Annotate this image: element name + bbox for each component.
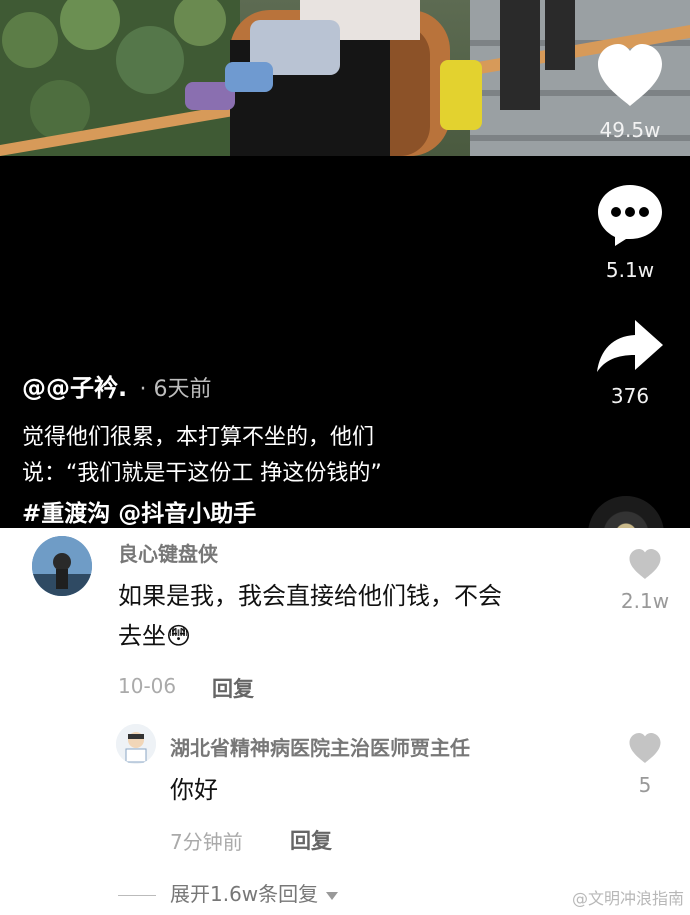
caption-tags: #重渡沟 @抖音小助手 [22,494,256,528]
video-player[interactable]: 49.5w 5.1w 376 @@子衿. · 6天前 觉得他们很累，本打算不坐的… [0,0,690,528]
comment-date: 10-06 [118,674,177,698]
caption-line: 觉得他们很累，本打算不坐的，他们 [22,425,375,450]
author-name[interactable]: @@子衿. [22,374,127,402]
heart-icon [598,44,662,106]
heart-icon [629,732,661,764]
like-count: 49.5w [599,118,661,142]
share-button[interactable]: 376 [570,318,690,408]
author-line: @@子衿. · 6天前 [22,368,211,403]
comment-like-count: 5 [638,773,652,797]
comment-count: 5.1w [605,258,655,282]
share-count: 376 [610,384,650,408]
comment-nickname[interactable]: 湖北省精神病医院主治医师贾主任 [170,732,470,761]
comment-text-fragment: 去坐 [118,622,166,650]
expand-replies-button[interactable]: 展开1.6w条回复 [118,878,339,907]
caption-line: 说：“我们就是干这份工 挣这份钱的” [22,461,382,486]
reply-button[interactable]: 回复 [212,673,254,703]
action-column: 49.5w 5.1w 376 [570,0,690,528]
reply-button[interactable]: 回复 [290,825,332,855]
comment-text: 如果是我，我会直接给他们钱，不会 去坐😳 [118,576,502,656]
avatar-image [116,724,156,764]
watermark: @文明冲浪指南 [571,889,684,908]
avatar[interactable] [32,536,92,596]
comment-list: 良心键盘侠 如果是我，我会直接给他们钱，不会 去坐😳 10-06 回复 2.1w… [0,528,690,915]
share-arrow-icon [597,320,663,372]
comment-like-button[interactable]: 5 [610,732,680,797]
comment-text-line: 去坐😳 [118,616,502,656]
comment-text-line: 如果是我，我会直接给他们钱，不会 [118,582,502,610]
avatar[interactable] [116,724,156,764]
video-caption: 觉得他们很累，本打算不坐的，他们 说：“我们就是干这份工 挣这份钱的” [22,420,522,492]
flushed-emoji: 😳 [166,622,192,650]
post-time: · 6天前 [139,377,212,402]
expand-replies-label: 展开1.6w条回复 [170,882,319,906]
comment-text: 你好 [170,776,218,804]
divider [118,895,156,896]
comment-like-button[interactable]: 2.1w [610,548,680,613]
like-button[interactable]: 49.5w [570,42,690,142]
heart-icon [629,548,661,580]
comment-like-count: 2.1w [620,589,670,613]
comment-button[interactable]: 5.1w [570,182,690,282]
caret-down-icon [325,892,338,900]
hashtag-link[interactable]: #重渡沟 [22,501,110,527]
comment-nickname[interactable]: 良心键盘侠 [118,538,218,567]
comment-bubble-icon [598,185,662,246]
mention-link[interactable]: @抖音小助手 [118,501,256,527]
comment-date: 7分钟前 [170,830,243,854]
avatar-image [32,536,92,596]
